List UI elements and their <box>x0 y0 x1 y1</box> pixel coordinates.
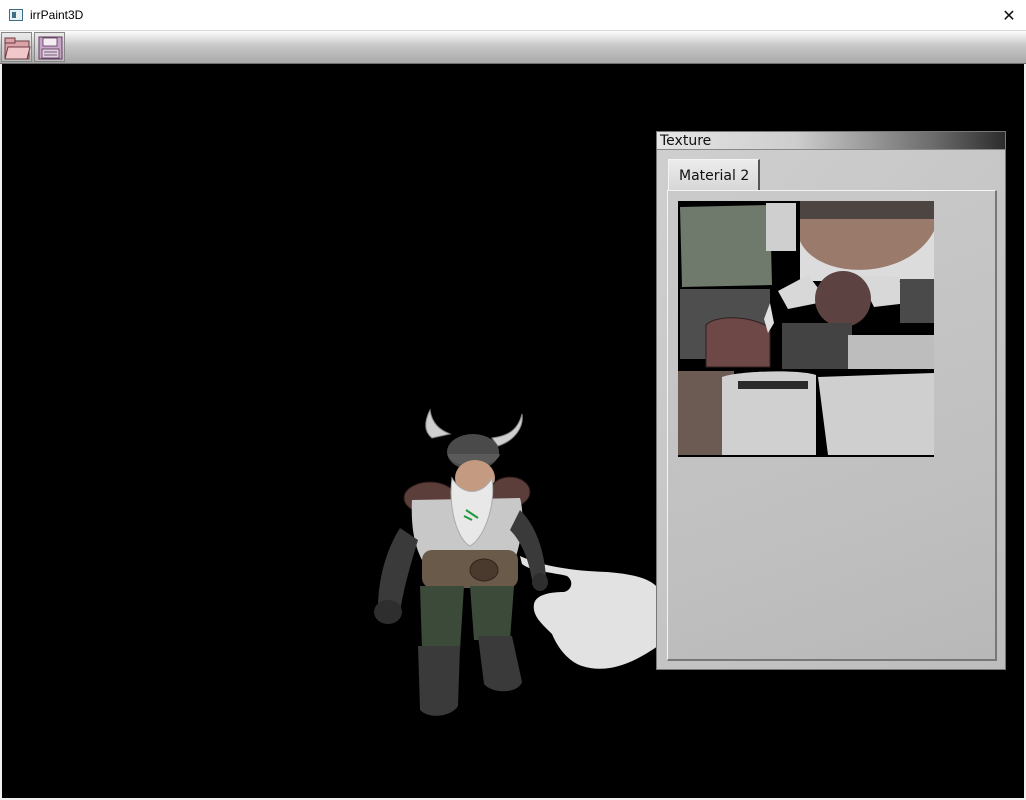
close-button[interactable]: ✕ <box>992 0 1026 31</box>
open-file-button[interactable] <box>1 32 32 62</box>
texture-window-title: Texture <box>660 133 712 149</box>
texture-window-titlebar[interactable]: Texture <box>657 132 1005 150</box>
dwarf-model[interactable] <box>360 350 560 730</box>
app-window-icon <box>9 9 23 21</box>
floppy-disk-icon <box>38 36 63 60</box>
texture-window[interactable]: Texture Material 2 <box>656 131 1006 670</box>
folder-open-icon <box>4 37 31 60</box>
window-title: irrPaint3D <box>30 8 84 22</box>
title-bar: irrPaint3D ✕ <box>0 0 1026 31</box>
texture-preview[interactable] <box>678 201 934 457</box>
tab-material-2[interactable]: Material 2 <box>668 159 760 190</box>
toolbar <box>0 31 1026 64</box>
save-file-button[interactable] <box>34 32 65 62</box>
tab-panel <box>667 190 997 661</box>
tab-label: Material 2 <box>679 168 750 184</box>
